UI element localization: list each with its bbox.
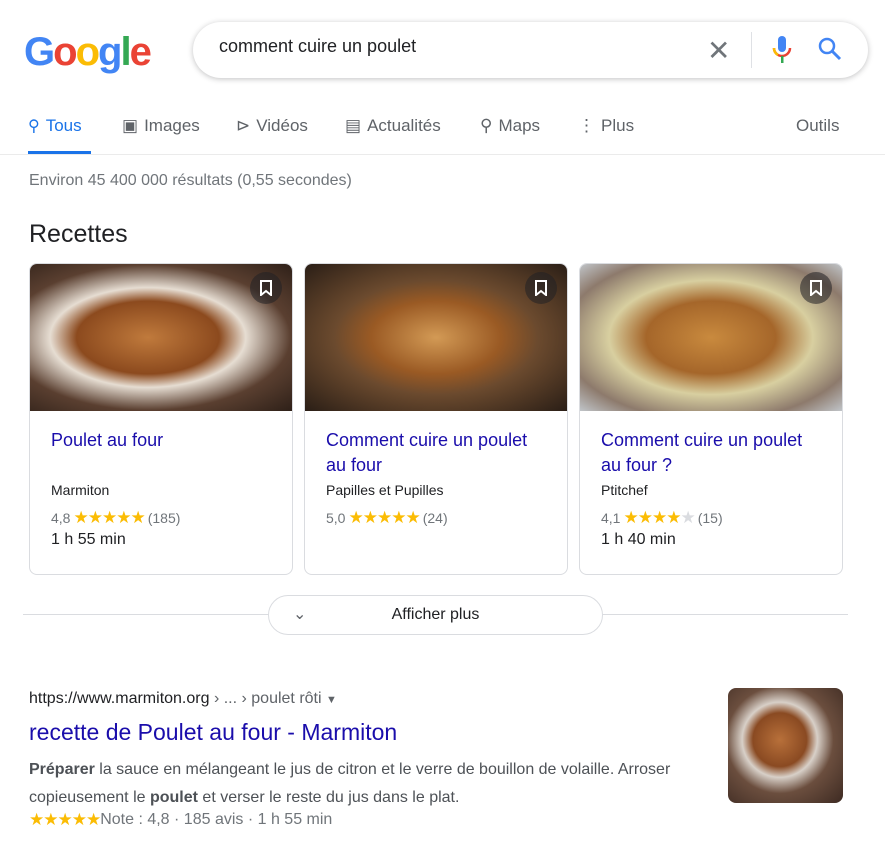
map-pin-icon: ⚲ <box>480 116 493 135</box>
tab-label: Maps <box>498 116 541 135</box>
divider <box>0 154 885 155</box>
bookmark-icon[interactable] <box>800 272 832 304</box>
result-url[interactable]: https://www.marmiton.org › ... › poulet … <box>29 690 337 708</box>
review-count: (185) <box>147 510 181 526</box>
tab-label: Vidéos <box>256 116 308 135</box>
star-rating: ★★★★★ <box>348 508 420 528</box>
url-breadcrumb: › ... › poulet rôti <box>209 690 322 707</box>
result-rating: ★★★★★ Note : 4,8 · 185 avis · 1 h 55 min <box>29 810 332 830</box>
recipe-source: Marmiton <box>51 482 110 498</box>
recipe-title[interactable]: Comment cuire un poulet au four <box>326 428 551 478</box>
result-snippet: Préparer la sauce en mélangeant le jus d… <box>29 756 689 812</box>
star-icon: ★ <box>130 508 145 527</box>
star-rating: ★★★★★ <box>73 508 145 528</box>
star-icon: ★ <box>73 508 88 527</box>
star-icon: ★ <box>680 508 695 527</box>
search-tabs: ⚲ Tous ▣ Images ⊳ Vidéos ▤ Actualités ⚲ Maps … <box>28 116 858 154</box>
bookmark-icon[interactable] <box>250 272 282 304</box>
recipe-title[interactable]: Comment cuire un poulet au four ? <box>601 428 826 478</box>
tab-tous[interactable]: ⚲ Tous <box>28 116 82 136</box>
star-icon: ★ <box>362 508 378 527</box>
chevron-down-icon: ⌄ <box>293 606 307 623</box>
image-icon: ▣ <box>122 116 139 135</box>
recipe-time: 1 h 40 min <box>601 531 676 548</box>
search-input[interactable] <box>219 36 689 57</box>
recipe-card[interactable]: Comment cuire un poulet au four ? Ptitch… <box>579 263 843 575</box>
recipe-image <box>305 264 567 411</box>
more-vert-icon: ⋮ <box>578 116 595 135</box>
rating-value: 5,0 <box>326 510 346 526</box>
recipe-rating: 4,1 ★★★★★ (15) <box>601 508 723 528</box>
rating-meta: Note : 4,8 · 185 avis · 1 h 55 min <box>100 811 333 828</box>
tab-label: Plus <box>601 116 635 135</box>
tools-label: Outils <box>796 116 840 135</box>
star-icon: ★ <box>391 508 406 527</box>
star-icon: ★ <box>116 508 131 527</box>
tab-label: Images <box>144 116 200 135</box>
caret-down-icon[interactable]: ▼ <box>326 694 337 706</box>
star-rating: ★★★★★ <box>623 508 695 528</box>
tab-videos[interactable]: ⊳ Vidéos <box>236 116 308 136</box>
recipe-source: Ptitchef <box>601 482 648 498</box>
tab-label: Tous <box>45 116 82 135</box>
recipe-image <box>580 264 842 411</box>
url-domain: https://www.marmiton.org <box>29 690 210 707</box>
tab-maps[interactable]: ⚲ Maps <box>480 116 540 136</box>
star-icon: ★ <box>637 508 653 527</box>
recipe-rating: 4,8 ★★★★★ (185) <box>51 508 180 528</box>
recipes-heading: Recettes <box>29 220 128 248</box>
snippet-text: et verser le reste du jus dans le plat. <box>197 789 460 806</box>
star-icon: ★ <box>405 508 420 527</box>
show-more-button[interactable]: ⌄ Afficher plus <box>268 595 603 635</box>
star-icon: ★ <box>348 508 363 527</box>
tab-actualites[interactable]: ▤ Actualités <box>345 116 441 136</box>
play-icon: ⊳ <box>236 116 251 135</box>
snippet-bold: poulet <box>149 789 198 806</box>
star-icon: ★ <box>101 508 117 527</box>
google-logo[interactable]: Google <box>24 30 152 75</box>
news-icon: ▤ <box>345 116 362 135</box>
search-icon: ⚲ <box>28 118 40 135</box>
star-icon: ★ <box>376 508 392 527</box>
star-icon: ★ <box>87 508 103 527</box>
result-stats: Environ 45 400 000 résultats (0,55 secon… <box>29 172 352 189</box>
divider <box>751 32 752 68</box>
result-title-link[interactable]: recette de Poulet au four - Marmiton <box>29 719 397 746</box>
star-icon: ★ <box>623 508 638 527</box>
star-icon: ★ <box>666 508 681 527</box>
result-thumbnail[interactable] <box>728 688 843 803</box>
recipe-card[interactable]: Poulet au four Marmiton 4,8 ★★★★★ (185) 1 … <box>29 263 293 575</box>
star-rating-icon: ★★★★★ <box>29 810 101 829</box>
tools-button[interactable]: Outils <box>796 116 839 136</box>
show-more-label: Afficher plus <box>391 606 480 623</box>
bookmark-icon[interactable] <box>525 272 557 304</box>
recipe-source: Papilles et Pupilles <box>326 482 444 498</box>
recipe-card[interactable]: Comment cuire un poulet au four Papilles… <box>304 263 568 575</box>
review-count: (24) <box>422 510 448 526</box>
snippet-bold: Préparer <box>29 761 95 778</box>
recipe-time: 1 h 55 min <box>51 531 126 548</box>
recipe-rating: 5,0 ★★★★★ (24) <box>326 508 448 528</box>
microphone-icon[interactable] <box>771 35 793 65</box>
tab-images[interactable]: ▣ Images <box>122 116 200 136</box>
search-box: ✕ <box>193 22 868 78</box>
star-icon: ★ <box>651 508 667 527</box>
recipe-image <box>30 264 292 411</box>
tab-plus[interactable]: ⋮ Plus <box>578 116 634 136</box>
review-count: (15) <box>697 510 723 526</box>
tab-label: Actualités <box>367 116 441 135</box>
rating-value: 4,1 <box>601 510 621 526</box>
recipe-title[interactable]: Poulet au four <box>51 428 276 453</box>
search-icon[interactable] <box>817 36 843 62</box>
clear-icon[interactable]: ✕ <box>707 34 730 67</box>
rating-value: 4,8 <box>51 510 71 526</box>
